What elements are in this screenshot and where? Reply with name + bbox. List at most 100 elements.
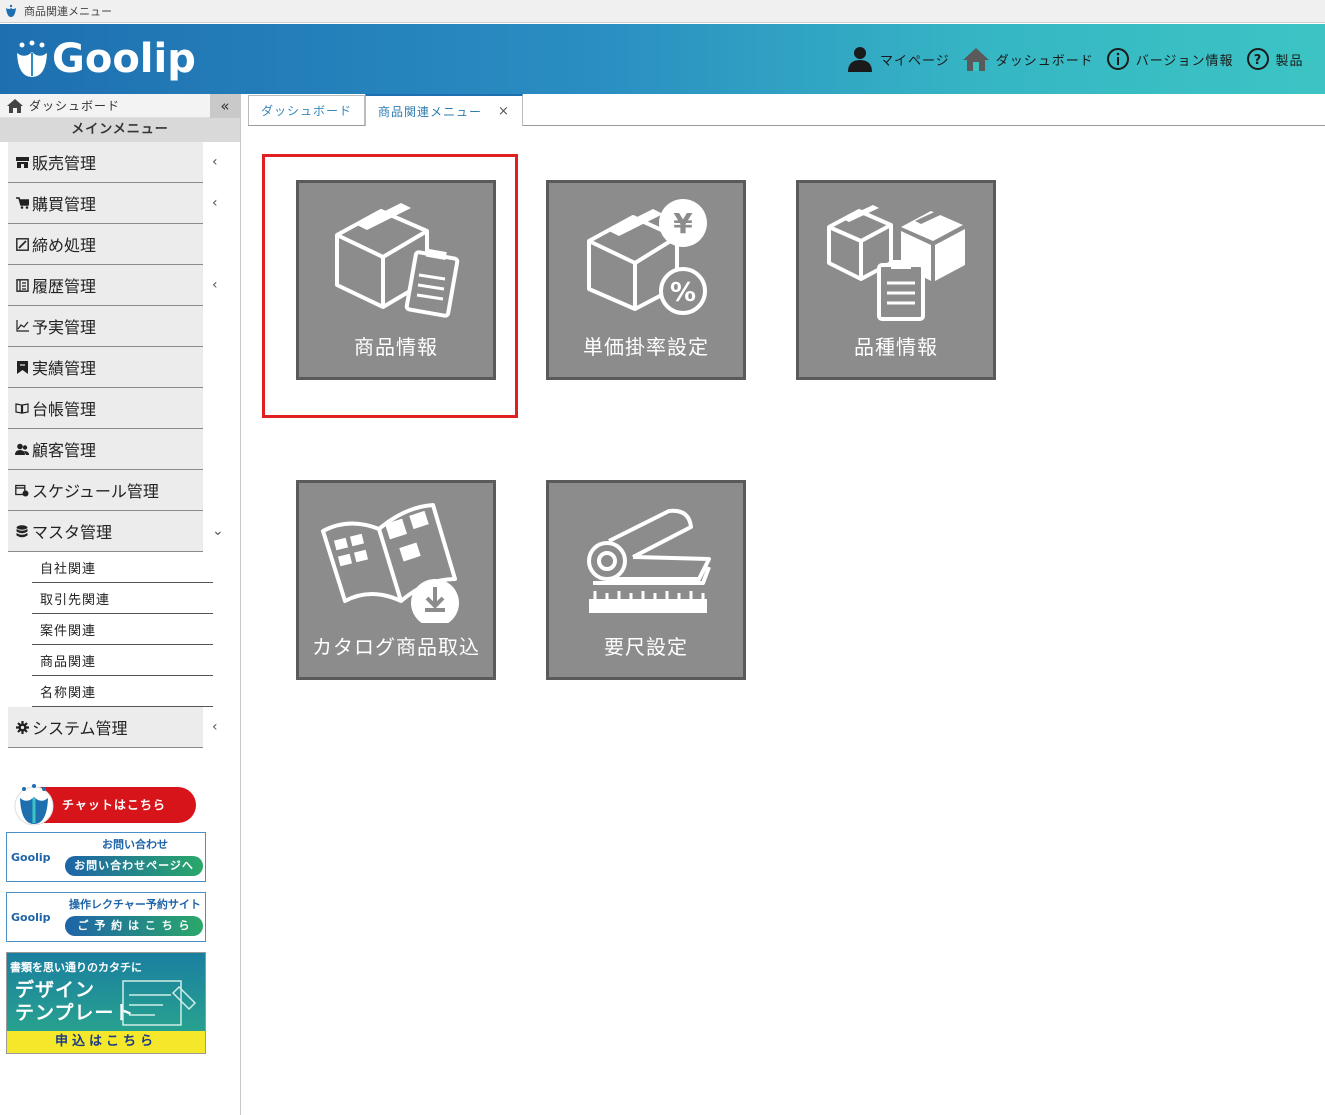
line-chart-icon	[15, 320, 29, 332]
svg-text:¥: ¥	[673, 207, 693, 240]
header-nav: マイページ ダッシュボード バージョン情報 ? 製品	[846, 44, 1316, 74]
sidebar-item-purchase[interactable]: 購買管理 ‹	[8, 183, 218, 224]
sidebar-item-label: 顧客管理	[32, 441, 97, 460]
design-template-banner[interactable]: 書類を思い通りのカタチに デザイン テンプレート 申込はこちら	[6, 952, 206, 1054]
chevron-left-icon: ‹	[212, 154, 218, 170]
user-icon	[848, 47, 872, 72]
tile-variety-info[interactable]: 品種情報	[796, 180, 996, 380]
info-icon	[1106, 48, 1129, 70]
sidebar-item-label: 台帳管理	[32, 400, 97, 419]
sidebar-item-forecast[interactable]: 予実管理	[8, 306, 203, 347]
tile-catalog-import[interactable]: カタログ商品取込	[296, 480, 496, 680]
sidebar: ダッシュボード « メインメニュー 販売管理 ‹ 購買管理 ‹ 締め処理 履歴管…	[0, 94, 241, 1115]
fabric-roll-ruler-icon	[587, 508, 711, 613]
tile-product-info[interactable]: 商品情報	[296, 180, 496, 380]
sidebar-item-schedule[interactable]: スケジュール管理	[8, 470, 203, 511]
database-icon	[15, 524, 29, 538]
boxes-clipboard-icon	[827, 205, 965, 321]
sidebar-item-history[interactable]: 履歴管理 ‹	[8, 265, 218, 306]
document-tools-icon	[122, 980, 197, 1026]
sidebar-item-label: マスタ管理	[32, 523, 113, 542]
main-menu-title: メインメニュー	[0, 118, 240, 142]
open-book-icon	[15, 402, 29, 414]
lecture-banner[interactable]: Goolip 操作レクチャー予約サイト ご 予 約 は こ ち ら	[6, 892, 206, 942]
home-icon	[962, 48, 989, 71]
nav-mypage[interactable]: マイページ	[846, 45, 950, 73]
svg-text:?: ?	[1253, 53, 1262, 68]
edit-box-icon	[15, 237, 29, 251]
sidebar-item-label: 履歴管理	[32, 277, 97, 296]
sidebar-item-label: 予実管理	[32, 318, 97, 337]
banner-tagline: 書類を思い通りのカタチに	[10, 961, 142, 974]
sidebar-item-register[interactable]: 台帳管理	[8, 388, 203, 429]
help-icon: ?	[1246, 48, 1269, 70]
tab-label: ダッシュボード	[261, 104, 353, 118]
banner-button: お問い合わせページへ	[65, 856, 203, 876]
sidebar-home-label: ダッシュボード	[29, 99, 121, 113]
tile-label: 要尺設定	[604, 635, 688, 659]
banner-heading: デザイン テンプレート	[15, 979, 134, 1025]
sidebar-item-label: 締め処理	[32, 236, 97, 255]
chevron-left-icon: ‹	[212, 195, 218, 211]
sidebar-item-closing[interactable]: 締め処理	[8, 224, 203, 265]
submenu-item-company[interactable]: 自社関連	[32, 552, 213, 583]
tab-label: 商品関連メニュー	[378, 104, 483, 119]
sidebar-item-system[interactable]: システム管理 ‹	[8, 707, 218, 748]
sidebar-collapse-button[interactable]: «	[210, 94, 240, 118]
nav-version-label: バージョン情報	[1135, 53, 1234, 69]
chevron-left-icon: ‹	[212, 277, 218, 293]
banner-heading-line2: テンプレート	[15, 1002, 135, 1024]
cart-icon	[15, 197, 29, 209]
banner-button: ご 予 約 は こ ち ら	[65, 916, 203, 936]
sidebar-item-sales[interactable]: 販売管理 ‹	[8, 142, 218, 183]
calendar-clock-icon	[15, 484, 29, 497]
banner-title: お問い合わせ	[102, 838, 168, 851]
submenu-item-projects[interactable]: 案件関連	[32, 614, 213, 645]
store-icon	[15, 156, 29, 168]
banner-heading-line1: デザイン	[15, 979, 96, 1001]
submenu-item-products[interactable]: 商品関連	[32, 645, 213, 676]
tab-dashboard[interactable]: ダッシュボード	[248, 95, 366, 125]
sidebar-top: ダッシュボード «	[0, 94, 240, 118]
goolip-logo-icon	[17, 40, 47, 77]
chevron-left-icon: ‹	[212, 719, 218, 735]
app-icon	[6, 4, 16, 17]
menu-list: 販売管理 ‹ 購買管理 ‹ 締め処理 履歴管理 ‹ 予実管理 実績管理 台帳管理…	[0, 142, 240, 748]
sidebar-item-results[interactable]: 実績管理	[8, 347, 203, 388]
tile-unit-price-rate[interactable]: ¥ % 単価掛率設定	[546, 180, 746, 380]
close-icon[interactable]: ×	[498, 104, 510, 119]
window-titlebar: 商品関連メニュー	[0, 0, 1325, 23]
window-title: 商品関連メニュー	[24, 5, 112, 18]
sidebar-item-label: スケジュール管理	[32, 482, 159, 501]
sidebar-item-label: 実績管理	[32, 359, 97, 378]
submenu-item-names[interactable]: 名称関連	[32, 676, 213, 707]
goolip-logo[interactable]: Goolip	[14, 34, 196, 84]
tab-product-menu[interactable]: 商品関連メニュー ×	[365, 94, 523, 126]
logo-text: Goolip	[52, 36, 196, 82]
nav-dashboard[interactable]: ダッシュボード	[962, 46, 1094, 72]
submenu-item-partners[interactable]: 取引先関連	[32, 583, 213, 614]
sidebar-item-customers[interactable]: 顧客管理	[8, 429, 203, 470]
banner-logo: Goolip	[11, 911, 51, 924]
home-icon	[7, 98, 23, 113]
chevron-down-icon: ⌄	[212, 523, 224, 539]
bookmark-icon	[15, 360, 29, 374]
banner-title: 操作レクチャー予約サイト	[69, 898, 201, 911]
inquiry-banner[interactable]: Goolip お問い合わせ お問い合わせページへ	[6, 832, 206, 882]
box-clipboard-icon	[335, 203, 460, 318]
tab-bar: ダッシュボード 商品関連メニュー ×	[248, 94, 1325, 126]
users-icon	[15, 443, 29, 455]
app-header: Goolip マイページ ダッシュボード バージョン情報 ? 製品	[0, 24, 1325, 94]
nav-product[interactable]: ? 製品	[1246, 47, 1304, 71]
tile-required-length[interactable]: 要尺設定	[546, 480, 746, 680]
sidebar-item-label: 購買管理	[32, 195, 97, 214]
tile-label: カタログ商品取込	[312, 635, 480, 659]
chat-banner[interactable]: チャットはこちら	[12, 782, 198, 826]
sidebar-home-link[interactable]: ダッシュボード	[0, 97, 120, 114]
banner-apply-button: 申込はこちら	[7, 1031, 205, 1053]
sidebar-item-master[interactable]: マスタ管理 ⌄	[8, 511, 224, 552]
tile-label: 単価掛率設定	[583, 335, 709, 359]
nav-version[interactable]: バージョン情報	[1106, 47, 1234, 71]
catalog-import-icon	[321, 503, 459, 623]
gear-icon	[15, 720, 29, 734]
